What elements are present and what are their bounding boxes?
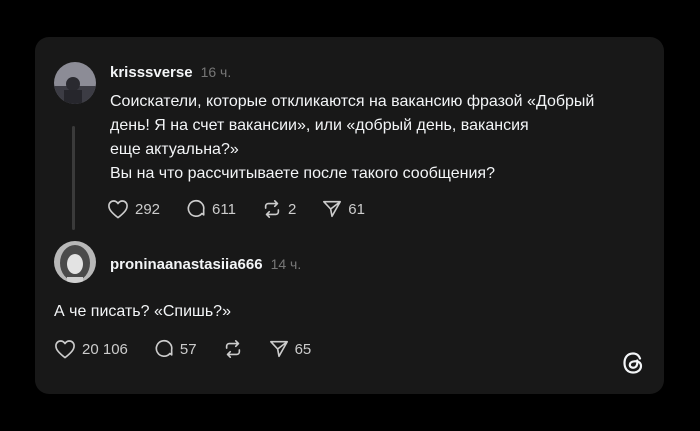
share-button[interactable]: 65 xyxy=(269,339,312,359)
timestamp[interactable]: 16 ч. xyxy=(201,64,232,80)
send-icon xyxy=(323,200,342,218)
post-text-line: Вы на что рассчитываете после такого соо… xyxy=(110,165,495,182)
repost-count: 2 xyxy=(287,200,297,218)
threads-logo-icon[interactable] xyxy=(619,349,647,377)
username[interactable]: proninaanastasiia666 xyxy=(110,256,263,273)
heart-icon xyxy=(55,340,75,359)
username[interactable]: krisssverse xyxy=(110,64,193,81)
post-text: Соискатели, которые откликаются на вакан… xyxy=(110,90,650,186)
heart-icon xyxy=(108,200,128,219)
repost-button[interactable]: 2 xyxy=(262,199,296,219)
repost-icon xyxy=(225,340,240,358)
post-header: krisssverse 16 ч. xyxy=(110,64,231,81)
like-count: 20 106 xyxy=(82,340,128,358)
reply-header: proninaanastasiia666 14 ч. xyxy=(110,256,301,273)
reply-text: А че писать? «Спишь?» xyxy=(54,303,231,320)
post-text-line: еще актуальна?» xyxy=(110,141,239,158)
comment-bubble-icon xyxy=(187,199,205,218)
comment-count: 611 xyxy=(212,200,236,218)
timestamp[interactable]: 14 ч. xyxy=(271,256,302,272)
send-icon xyxy=(269,340,288,358)
avatar[interactable] xyxy=(54,241,96,283)
thread-line xyxy=(72,126,75,230)
comment-button[interactable]: 611 xyxy=(186,199,236,219)
share-count: 65 xyxy=(294,340,312,358)
comment-bubble-icon xyxy=(155,339,173,358)
post-actions: 292 611 2 61 xyxy=(107,199,391,219)
repost-button[interactable] xyxy=(223,339,243,359)
like-button[interactable]: 292 xyxy=(107,199,160,219)
share-count: 61 xyxy=(348,200,365,218)
reply-actions: 20 106 57 65 xyxy=(54,339,337,359)
like-count: 292 xyxy=(135,200,161,218)
post-text-line: день! Я на счет вакансии», или «добрый д… xyxy=(110,117,529,134)
repost-icon xyxy=(264,200,280,218)
comment-count: 57 xyxy=(179,340,197,358)
post-text-line: Соискатели, которые откликаются на вакан… xyxy=(110,93,595,110)
comment-button[interactable]: 57 xyxy=(154,339,197,359)
like-button[interactable]: 20 106 xyxy=(54,339,128,359)
avatar[interactable] xyxy=(54,62,96,104)
share-button[interactable]: 61 xyxy=(322,199,365,219)
